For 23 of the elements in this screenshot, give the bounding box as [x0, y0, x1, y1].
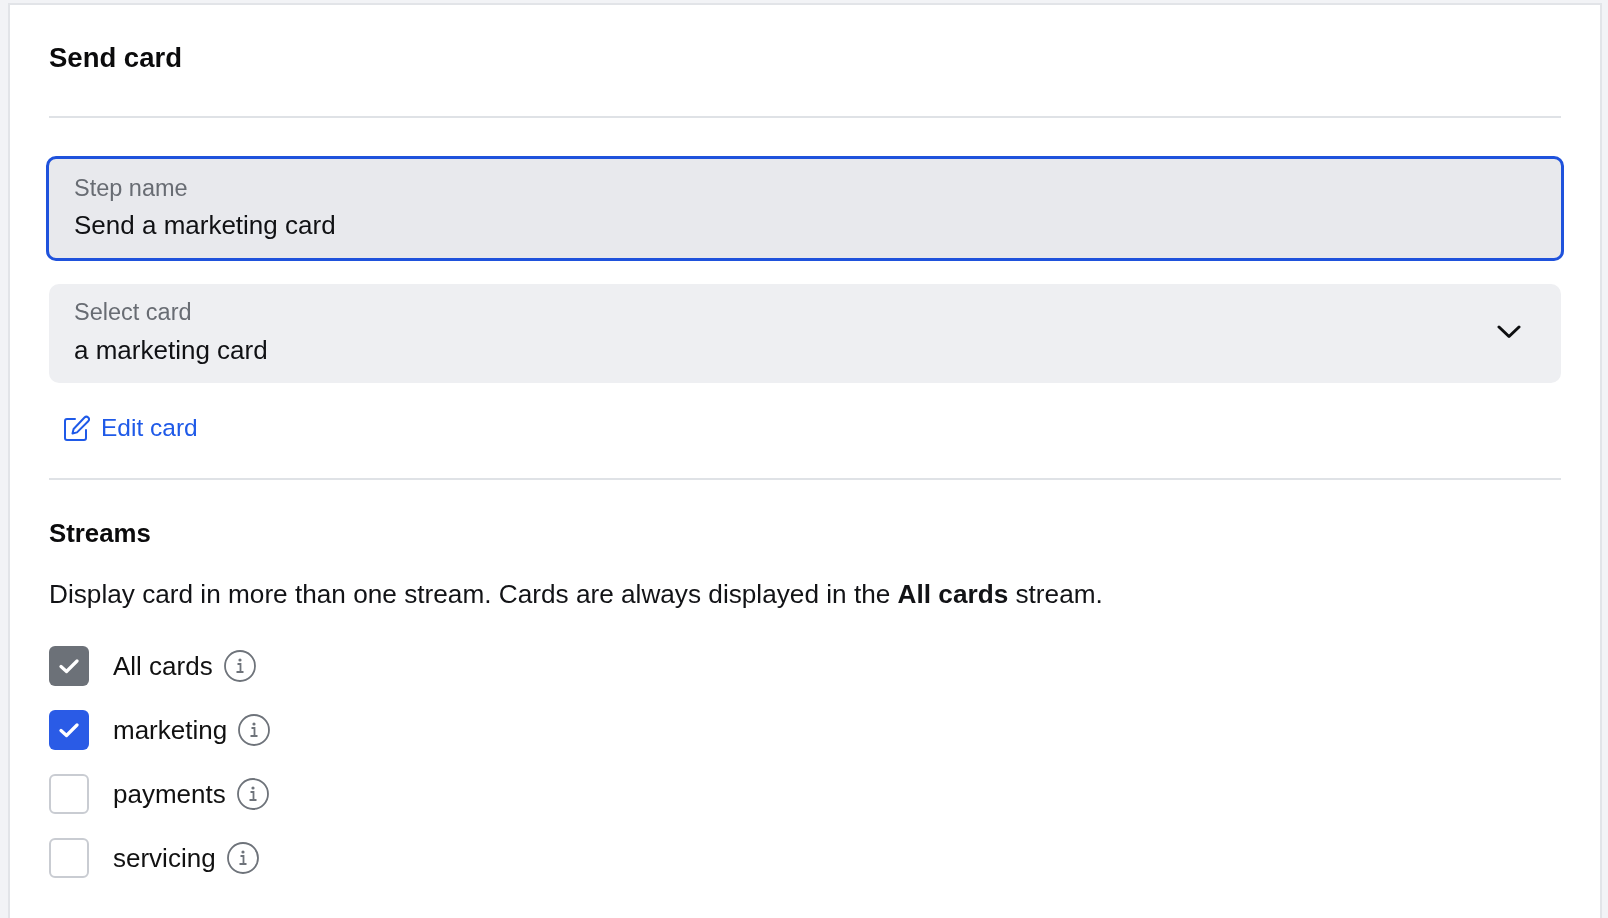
checkbox[interactable] — [49, 774, 89, 814]
info-icon[interactable] — [236, 778, 269, 810]
panel-title: Send card — [49, 42, 182, 74]
chevron-down-icon — [1497, 324, 1521, 339]
check-icon — [59, 658, 79, 674]
info-icon[interactable] — [223, 650, 256, 682]
checkbox-label: marketing — [113, 715, 228, 745]
info-icon[interactable] — [238, 714, 271, 746]
edit-card-link[interactable]: Edit card — [63, 413, 198, 443]
info-icon[interactable] — [226, 842, 259, 874]
checkbox-label: payments — [113, 779, 226, 809]
checkbox-label: servicing — [113, 843, 216, 873]
step-name-field[interactable]: Step name Send a marketing card — [46, 156, 1564, 261]
field-label: Select card — [74, 298, 192, 326]
field-label: Step name — [74, 174, 188, 202]
streams-description: Display card in more than one stream. Cards are always displayed in the All cards stream. — [49, 579, 1103, 609]
checkbox[interactable] — [49, 710, 89, 750]
check-icon — [59, 722, 79, 738]
checkbox[interactable] — [49, 838, 89, 878]
edit-icon — [63, 414, 90, 442]
section-title: Streams — [49, 518, 151, 548]
checkbox-label: All cards — [113, 651, 213, 681]
select-card-dropdown[interactable]: Select card a marketing card — [49, 284, 1561, 383]
